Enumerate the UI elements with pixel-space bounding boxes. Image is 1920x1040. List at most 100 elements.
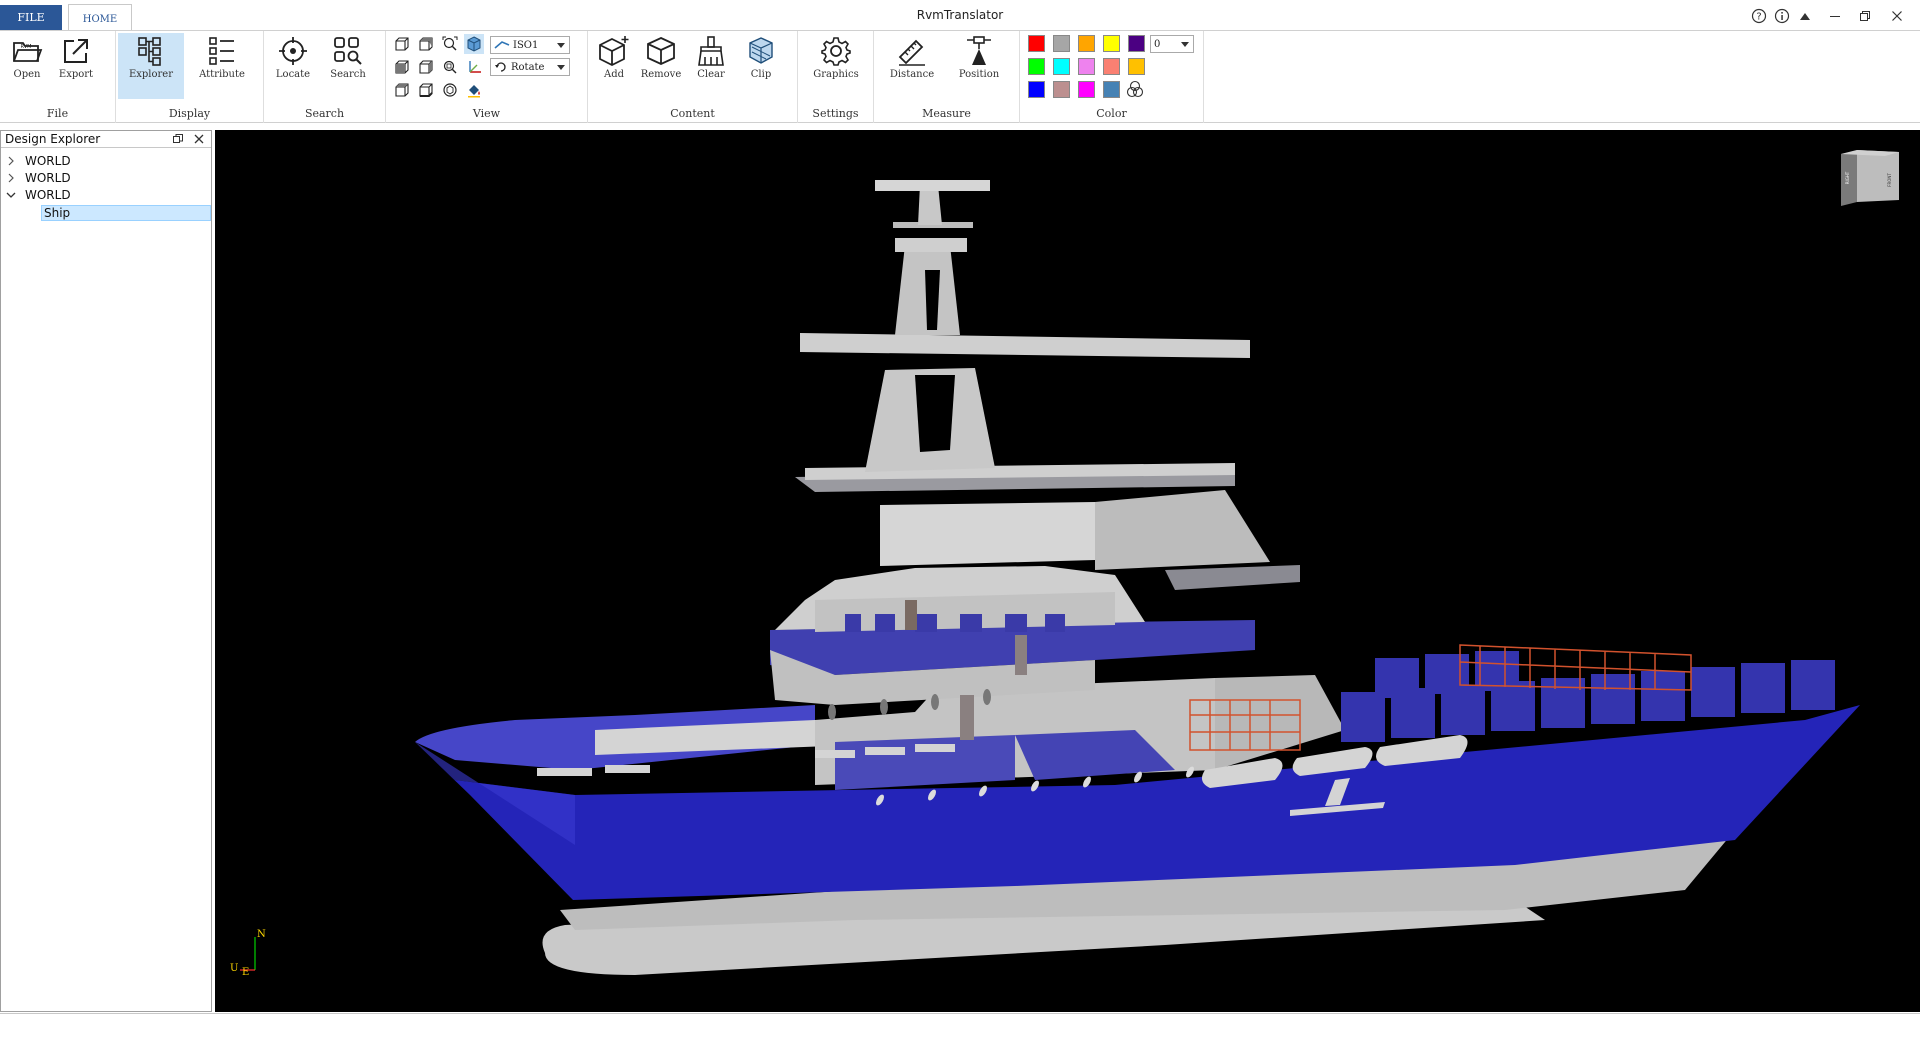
locate-button[interactable]: Locate (272, 33, 314, 99)
zoom-all-icon[interactable] (440, 80, 460, 100)
title-bar: FILE HOME RvmTranslator ? (0, 0, 1920, 31)
view-iso-icon[interactable] (464, 34, 484, 54)
close-icon[interactable] (1884, 5, 1910, 27)
restore-icon[interactable] (1852, 5, 1878, 27)
navigation-mode-select[interactable]: Rotate (490, 58, 570, 76)
color-swatch[interactable] (1078, 58, 1095, 75)
add-button[interactable]: Add (592, 33, 636, 99)
axis-east-label: E (242, 967, 249, 975)
open-folder-icon: RVM (13, 42, 43, 62)
view-preset-select[interactable]: ISO1 (490, 36, 570, 54)
color-swatch[interactable] (1028, 81, 1045, 98)
clip-cube-icon (749, 37, 773, 64)
zoom-fit-icon[interactable] (440, 34, 460, 54)
view-top-icon[interactable] (392, 80, 412, 100)
color-swatch[interactable] (1128, 35, 1145, 52)
paint-bucket-icon[interactable] (464, 80, 484, 100)
tab-home[interactable]: HOME (68, 4, 132, 31)
close-panel-icon[interactable] (192, 132, 206, 146)
attribute-button[interactable]: Attribute (188, 33, 256, 99)
remove-button[interactable]: Remove (638, 33, 684, 99)
ribbon: RVM Open Export File Explorer Attribute … (0, 30, 1920, 123)
svg-text:?: ? (1756, 12, 1761, 23)
color-swatch[interactable] (1053, 81, 1070, 98)
group-file: RVM Open Export File (0, 31, 116, 123)
export-icon (64, 39, 88, 63)
group-search: Locate Search Search (264, 31, 386, 123)
color-index-select[interactable]: 0 (1150, 35, 1194, 53)
explorer-button[interactable]: Explorer (118, 33, 184, 99)
minimize-icon[interactable] (1822, 5, 1848, 27)
view-cube-front-face: FRONT (1887, 173, 1892, 187)
group-content: Add Remove Clear Clip Content (588, 31, 798, 123)
clip-button[interactable]: Clip (740, 33, 782, 99)
export-button[interactable]: Export (54, 33, 98, 99)
info-icon[interactable] (1771, 5, 1793, 27)
color-swatch[interactable] (1078, 81, 1095, 98)
chevron-down-icon[interactable] (6, 190, 16, 200)
color-swatch[interactable] (1103, 35, 1120, 52)
broom-icon (698, 36, 724, 66)
iso-view-icon (494, 41, 510, 49)
view-front-icon[interactable] (392, 34, 412, 54)
chevron-down-icon (1181, 42, 1189, 47)
3d-viewport[interactable]: RIGHT FRONT N U E (215, 130, 1920, 1012)
position-button[interactable]: Position (948, 33, 1010, 99)
tab-file[interactable]: FILE (0, 5, 62, 30)
chevron-right-icon[interactable] (6, 173, 16, 183)
open-button[interactable]: RVM Open (6, 33, 48, 99)
float-panel-icon[interactable] (171, 132, 185, 146)
tree-node-world-2[interactable]: WORLD (1, 170, 211, 186)
crosshair-icon (279, 37, 307, 65)
rotate-icon (495, 62, 506, 72)
gear-icon (821, 37, 851, 66)
tree-node-world-1[interactable]: WORLD (1, 153, 211, 169)
view-left-icon[interactable] (392, 57, 412, 77)
color-swatch[interactable] (1028, 58, 1045, 75)
explorer-header: Design Explorer (1, 131, 211, 148)
color-swatch[interactable] (1028, 35, 1045, 52)
zoom-window-icon[interactable] (440, 57, 460, 77)
search-button[interactable]: Search (326, 33, 370, 99)
color-swatch[interactable] (1078, 35, 1095, 52)
chevron-down-icon (557, 65, 565, 70)
axis-up-label: U (230, 963, 238, 974)
ruler-icon (898, 39, 925, 66)
add-cube-icon (599, 36, 629, 67)
chevron-down-icon (557, 43, 565, 48)
group-color: 0 Color (1020, 31, 1204, 123)
view-cube-right-face: RIGHT (1845, 171, 1850, 184)
status-bar (0, 1013, 1920, 1040)
design-explorer-panel: Design Explorer WORLD WORLD WORLD Ship (0, 130, 212, 1012)
axis-triad: N U E (220, 925, 270, 978)
group-view: ISO1 Rotate View (386, 31, 588, 123)
axis-north-label: N (257, 929, 266, 940)
graphics-button[interactable]: Graphics (806, 33, 866, 99)
app-title: RvmTranslator (916, 8, 1004, 22)
tree-node-world-3[interactable]: WORLD (1, 187, 211, 203)
collapse-ribbon-icon[interactable] (1794, 5, 1816, 27)
axis-icon[interactable] (464, 57, 484, 77)
position-marker-icon (967, 36, 991, 65)
color-mix-icon[interactable] (1125, 79, 1145, 99)
color-swatch[interactable] (1053, 58, 1070, 75)
tree-icon (138, 37, 161, 66)
view-back-icon[interactable] (416, 34, 436, 54)
color-swatch[interactable] (1128, 58, 1145, 75)
ship-model[interactable] (215, 130, 1920, 1012)
view-cube[interactable]: RIGHT FRONT (1833, 148, 1907, 208)
help-icon[interactable]: ? (1748, 5, 1770, 27)
color-swatch[interactable] (1053, 35, 1070, 52)
remove-cube-icon (647, 37, 675, 65)
chevron-right-icon[interactable] (6, 156, 16, 166)
list-icon (209, 37, 234, 65)
distance-button[interactable]: Distance (884, 33, 940, 99)
view-right-icon[interactable] (416, 57, 436, 77)
view-bottom-icon[interactable] (416, 80, 436, 100)
group-settings: Graphics Settings (798, 31, 874, 123)
svg-text:RVM: RVM (21, 44, 32, 50)
tree-node-ship[interactable]: Ship (1, 204, 211, 221)
color-swatch[interactable] (1103, 81, 1120, 98)
color-swatch[interactable] (1103, 58, 1120, 75)
clear-button[interactable]: Clear (690, 33, 732, 99)
